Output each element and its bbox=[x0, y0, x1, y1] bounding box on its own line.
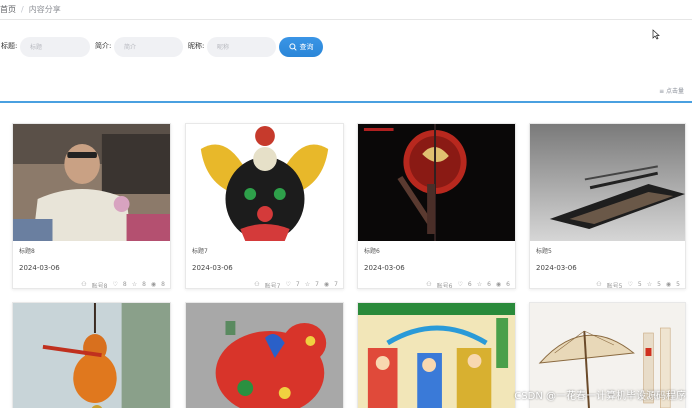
card-author: 账号8 bbox=[91, 283, 108, 289]
card-favorites: 6 bbox=[487, 281, 491, 288]
content-card[interactable] bbox=[357, 302, 516, 408]
card-views: 5 bbox=[676, 281, 680, 288]
star-icon: ☆ bbox=[646, 281, 653, 288]
card-stats: ⚇ 账号8 ♡ 8 ☆ 8 ◉ 8 bbox=[81, 281, 165, 289]
eye-icon: ◉ bbox=[150, 281, 157, 288]
star-icon: ☆ bbox=[131, 281, 138, 288]
card-date: 2024-03-06 bbox=[192, 264, 233, 272]
card-title: 标题7 bbox=[192, 248, 208, 255]
title-input[interactable] bbox=[20, 37, 90, 57]
card-likes: 6 bbox=[467, 281, 472, 288]
card-author: 账号5 bbox=[606, 283, 623, 289]
title-label: 标题: bbox=[1, 42, 18, 50]
sort-by-clicks-link[interactable]: ≡ 点击量 bbox=[659, 86, 684, 95]
card-title: 标题6 bbox=[364, 248, 380, 255]
user-icon: ⚇ bbox=[426, 281, 432, 288]
card-stats: ⚇ 账号7 ♡ 7 ☆ 7 ◉ 7 bbox=[254, 281, 338, 289]
card-date: 2024-03-06 bbox=[536, 264, 577, 272]
content-card[interactable]: 标题6 2024-03-06 ⚇ 账号6 ♡ 6 ☆ 6 ◉ 6 bbox=[357, 123, 516, 289]
card-author: 账号6 bbox=[436, 283, 453, 289]
content-card[interactable] bbox=[185, 302, 344, 408]
card-image bbox=[358, 124, 515, 241]
card-views: 7 bbox=[334, 281, 338, 288]
query-button[interactable]: 查询 bbox=[279, 37, 323, 57]
star-icon: ☆ bbox=[476, 281, 483, 288]
content-card[interactable]: 标题5 2024-03-06 ⚇ 账号5 ♡ 5 ☆ 5 ◉ 5 bbox=[529, 123, 686, 289]
content-card[interactable] bbox=[12, 302, 171, 408]
card-image bbox=[358, 303, 515, 408]
user-icon: ⚇ bbox=[596, 281, 602, 288]
breadcrumb-home[interactable]: 首页 bbox=[0, 5, 16, 14]
nickname-label: 昵称: bbox=[188, 42, 205, 50]
card-favorites: 7 bbox=[315, 281, 319, 288]
user-icon: ⚇ bbox=[81, 281, 87, 288]
card-likes: 5 bbox=[637, 281, 642, 288]
eye-icon: ◉ bbox=[495, 281, 502, 288]
breadcrumb-separator: / bbox=[21, 5, 24, 14]
intro-label: 简介: bbox=[95, 42, 112, 50]
eye-icon: ◉ bbox=[665, 281, 672, 288]
search-bar: 标题: 简介: 昵称: 查询 bbox=[0, 37, 692, 57]
card-likes: 7 bbox=[295, 281, 300, 288]
card-favorites: 5 bbox=[657, 281, 661, 288]
watermark: CSDN @一花春一计算机毕设源码程序 bbox=[514, 391, 686, 402]
card-title: 标题8 bbox=[19, 248, 35, 255]
like-icon: ♡ bbox=[457, 281, 463, 288]
like-icon: ♡ bbox=[285, 281, 291, 288]
card-author: 账号7 bbox=[264, 283, 281, 289]
card-stats: ⚇ 账号5 ♡ 5 ☆ 5 ◉ 5 bbox=[596, 281, 680, 289]
like-icon: ♡ bbox=[627, 281, 633, 288]
content-card[interactable]: 标题7 2024-03-06 ⚇ 账号7 ♡ 7 ☆ 7 ◉ 7 bbox=[185, 123, 344, 289]
card-views: 8 bbox=[161, 281, 165, 288]
user-icon: ⚇ bbox=[254, 281, 260, 288]
nickname-input[interactable] bbox=[207, 37, 276, 57]
star-icon: ☆ bbox=[304, 281, 311, 288]
search-icon bbox=[288, 43, 297, 51]
card-stats: ⚇ 账号6 ♡ 6 ☆ 6 ◉ 6 bbox=[426, 281, 510, 289]
card-date: 2024-03-06 bbox=[19, 264, 60, 272]
intro-input[interactable] bbox=[114, 37, 183, 57]
card-views: 6 bbox=[506, 281, 510, 288]
card-image bbox=[13, 303, 170, 408]
card-favorites: 8 bbox=[142, 281, 146, 288]
card-image bbox=[186, 124, 343, 241]
card-title: 标题5 bbox=[536, 248, 552, 255]
card-image bbox=[13, 124, 170, 241]
query-button-label: 查询 bbox=[299, 44, 314, 51]
breadcrumb: 首页 / 内容分享 bbox=[0, 4, 61, 15]
header-divider bbox=[0, 19, 692, 20]
like-icon: ♡ bbox=[112, 281, 118, 288]
card-image bbox=[186, 303, 343, 408]
section-divider bbox=[0, 101, 692, 103]
content-card[interactable]: 标题8 2024-03-06 ⚇ 账号8 ♡ 8 ☆ 8 ◉ 8 bbox=[12, 123, 171, 289]
breadcrumb-current: 内容分享 bbox=[28, 5, 61, 14]
card-date: 2024-03-06 bbox=[364, 264, 405, 272]
card-likes: 8 bbox=[122, 281, 127, 288]
eye-icon: ◉ bbox=[323, 281, 330, 288]
card-image bbox=[530, 124, 685, 241]
